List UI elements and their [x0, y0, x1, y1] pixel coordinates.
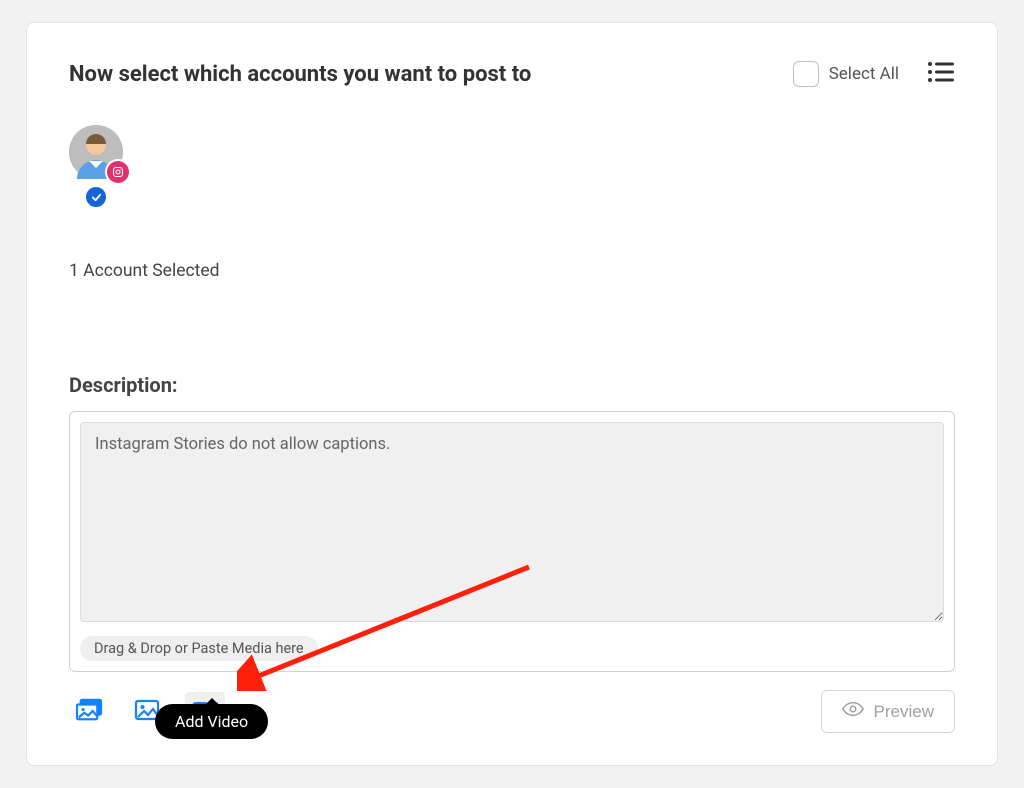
post-composer-card: Now select which accounts you want to po…: [26, 22, 998, 766]
instagram-icon: [107, 161, 129, 183]
media-drop-hint[interactable]: Drag & Drop or Paste Media here: [80, 636, 318, 661]
header-actions: Select All: [793, 61, 955, 87]
select-all-checkbox[interactable]: [793, 61, 819, 87]
preview-button[interactable]: Preview: [821, 690, 955, 733]
description-label: Description:: [69, 373, 955, 397]
selected-count-text: 1 Account Selected: [69, 261, 955, 281]
header-row: Now select which accounts you want to po…: [69, 61, 955, 87]
gallery-icon: [75, 698, 103, 726]
account-item[interactable]: [69, 125, 123, 207]
preview-label: Preview: [874, 702, 934, 722]
page-title: Now select which accounts you want to po…: [69, 62, 531, 87]
select-all-label: Select All: [829, 64, 899, 84]
list-view-toggle[interactable]: [927, 61, 955, 87]
accounts-list: [69, 125, 955, 207]
avatar-wrap: [69, 125, 123, 179]
select-all-group: Select All: [793, 61, 899, 87]
description-textarea[interactable]: [80, 422, 944, 622]
add-video-tooltip: Add Video: [155, 704, 268, 739]
description-editor: Drag & Drop or Paste Media here: [69, 411, 955, 672]
eye-icon: [842, 701, 864, 722]
add-gallery-button[interactable]: [69, 692, 109, 732]
tooltip-label: Add Video: [155, 704, 268, 739]
selected-check-badge: [86, 187, 106, 207]
check-icon: [91, 188, 102, 207]
list-icon: [927, 68, 955, 87]
